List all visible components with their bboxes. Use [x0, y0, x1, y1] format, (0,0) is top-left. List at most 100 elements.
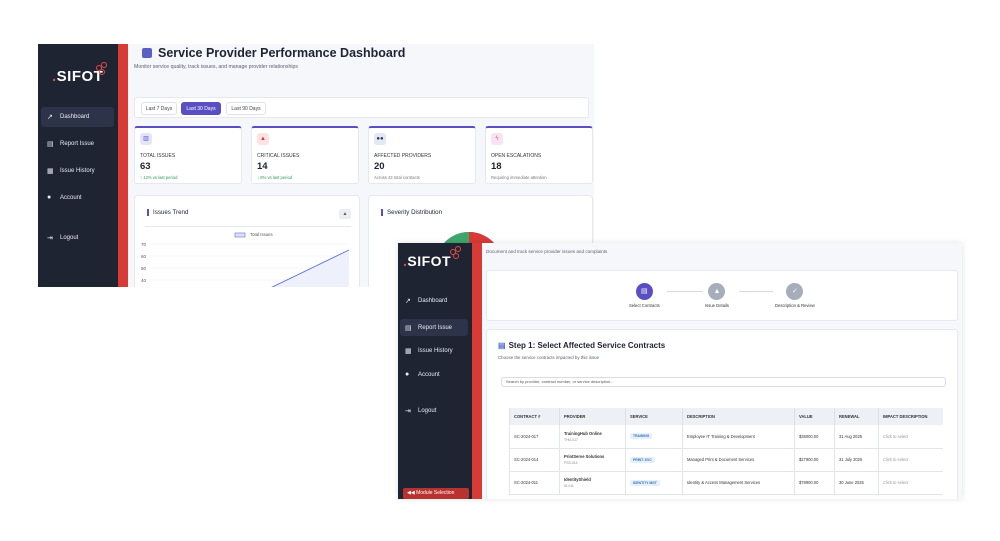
step-select-contracts[interactable]: ▤ Select Contracts — [629, 283, 660, 308]
table-row[interactable]: SC-2024-017 TrainingHub Online THO-017 TR… — [509, 425, 943, 449]
contract-search-input[interactable]: Search by provider, contract number, or … — [501, 377, 946, 387]
period-filter: Last 7 Days Last 30 Days Last 90 Days — [134, 97, 589, 118]
sidebar-item-logout[interactable]: ⇥ Logout — [41, 234, 78, 242]
report-issue-main: Document and track service provider issu… — [482, 243, 962, 499]
sidebar-accent-bar — [118, 44, 128, 287]
column-header[interactable]: RENEWAL — [834, 408, 879, 425]
user-icon: ● — [47, 194, 52, 201]
trend-area — [272, 250, 349, 287]
column-header[interactable]: VALUE — [794, 408, 835, 425]
column-header[interactable]: SERVICE — [625, 408, 683, 425]
sidebar-item-issue-history[interactable]: ▦ Issue History — [41, 167, 95, 175]
column-header[interactable]: IMPACT DESCRIPTION — [878, 408, 943, 425]
sidebar-item-report-issue[interactable]: ▤ Report Issue — [41, 140, 94, 148]
period-90-days-button[interactable]: Last 90 Days — [226, 102, 266, 115]
value-cell: $38000.00 — [794, 425, 835, 449]
issues-trend-chart: 70 60 50 40 30 — [141, 232, 350, 287]
stat-card-critical-issues: ▲ Critical Issues 14 ↓ 8% vs last period — [251, 126, 359, 184]
check-icon: ✓ — [786, 283, 804, 300]
table-row[interactable]: SC-2024-014 PrintServe Solutions PSS-014 … — [509, 448, 943, 472]
divider — [145, 226, 351, 227]
step-description-review[interactable]: ✓ Description & Review — [775, 283, 815, 308]
list-icon: ▦ — [405, 348, 412, 355]
sidebar-item-logout[interactable]: ⇥ Logout — [400, 407, 436, 415]
document-icon: ▤ — [498, 341, 506, 350]
step-connector — [667, 291, 703, 292]
issues-trend-panel: Issues Trend ▲ 70 60 50 40 30 Total Issu… — [134, 195, 360, 287]
provider-cell: IdentityShield IS-011 — [559, 471, 626, 495]
bolt-icon: ϟ — [491, 133, 503, 145]
sidebar-item-account[interactable]: ● Account — [400, 371, 440, 378]
bar-chart-icon — [142, 48, 152, 58]
column-header[interactable]: CONTRACT # — [509, 408, 560, 425]
stat-card-open-escalations: ϟ Open Escalations 18 Requiring immediat… — [485, 126, 593, 184]
impact-select[interactable]: Click to select — [878, 448, 943, 472]
document-icon: ▤ — [47, 141, 54, 148]
user-icon: ● — [405, 371, 410, 378]
page-title: Service Provider Performance Dashboard — [142, 46, 405, 60]
value-cell: $27900.00 — [794, 448, 835, 472]
impact-select[interactable]: Click to select — [878, 471, 943, 495]
step-issue-details[interactable]: ▲ Issue Details — [705, 283, 729, 308]
column-header[interactable]: DESCRIPTION — [682, 408, 795, 425]
sidebar-item-issue-history[interactable]: ▦ Issue History — [400, 347, 453, 355]
y-tick-labels: 70 60 50 40 30 — [141, 242, 147, 283]
sifot-logo: .SIFOT — [52, 62, 107, 85]
list-icon: ▦ — [47, 168, 54, 175]
contracts-table: CONTRACT # PROVIDER SERVICE DESCRIPTION … — [509, 408, 943, 495]
description-cell: Employee IT Training & Development — [682, 425, 795, 449]
service-cell: IDENTITY MGT — [625, 471, 683, 495]
page-subtitle: Monitor service quality, track issues, a… — [134, 64, 298, 70]
rewind-icon: ◀◀ — [407, 490, 417, 496]
report-issue-window: .SIFOT ↗ Dashboard ▤ Report Issue ▦ Issue H… — [398, 243, 962, 499]
sidebar-item-report-issue[interactable]: ▤ Report Issue — [400, 319, 468, 336]
legend-swatch — [234, 232, 246, 238]
module-selection-button[interactable]: ◀◀ Module Selection — [403, 488, 469, 499]
table-row[interactable]: SC-2024-011 IdentityShield IS-011 IDENTIT… — [509, 471, 943, 495]
step-connector — [739, 291, 773, 292]
stat-card-affected-providers: ●● Affected Providers 20 Across 43 total… — [368, 126, 476, 184]
sidebar: .SIFOT ↗ Dashboard ▤ Report Issue ▦ Issue H… — [398, 243, 482, 499]
table-header-row: CONTRACT # PROVIDER SERVICE DESCRIPTION … — [509, 408, 943, 425]
renewal-cell: 30 June 2025 — [834, 471, 879, 495]
service-cell: PRINT. SVC — [625, 448, 683, 472]
sidebar: .SIFOT ↗ Dashboard ▤ Report Issue ▦ Issue H… — [38, 44, 128, 287]
period-7-days-button[interactable]: Last 7 Days — [141, 102, 177, 115]
document-icon: ▤ — [635, 283, 653, 300]
legend-label: Total Issues — [250, 232, 273, 237]
description-cell: Managed Print & Document Services — [682, 448, 795, 472]
service-badge: IDENTITY MGT — [630, 479, 660, 486]
contract-number: SC-2024-017 — [509, 425, 560, 449]
y-tick-label: 60 — [141, 254, 147, 259]
description-cell: Identity & Access Management Services — [682, 471, 795, 495]
document-icon: ▤ — [405, 324, 412, 332]
issues-trend-title: Issues Trend — [147, 209, 188, 216]
service-badge: PRINT. SVC — [630, 456, 655, 463]
chart-line-icon: ↗ — [47, 114, 53, 121]
logout-icon: ⇥ — [405, 408, 411, 415]
y-tick-label: 40 — [141, 278, 147, 283]
contract-number: SC-2024-014 — [509, 448, 560, 472]
step-progress: ▤ Select Contracts ▲ Issue Details ✓ Des… — [486, 270, 958, 321]
collapse-button[interactable]: ▲ — [339, 209, 351, 219]
renewal-cell: 31 July 2025 — [834, 448, 879, 472]
fire-icon: ▲ — [257, 133, 269, 145]
y-tick-label: 70 — [141, 242, 147, 247]
sidebar-item-account[interactable]: ● Account — [41, 194, 82, 201]
renewal-cell: 31 Aug 2025 — [834, 425, 879, 449]
sidebar-item-dashboard[interactable]: ↗ Dashboard — [41, 107, 114, 127]
provider-cell: PrintServe Solutions PSS-014 — [559, 448, 626, 472]
impact-select[interactable]: Click to select — [878, 425, 943, 449]
severity-distribution-title: Severity Distribution — [381, 209, 442, 216]
sidebar-item-dashboard[interactable]: ↗ Dashboard — [400, 297, 447, 305]
column-header[interactable]: PROVIDER — [559, 408, 626, 425]
page-subtitle: Document and track service provider issu… — [486, 249, 608, 254]
users-icon: ●● — [374, 133, 386, 145]
bar-chart-icon: ▥ — [140, 133, 152, 145]
step-title: ▤ Step 1: Select Affected Service Contrac… — [498, 341, 666, 350]
sifot-logo: .SIFOT — [403, 246, 461, 269]
provider-cell: TrainingHub Online THO-017 — [559, 425, 626, 449]
logout-icon: ⇥ — [47, 235, 53, 242]
period-30-days-button[interactable]: Last 30 Days — [181, 102, 221, 115]
service-badge: TRAINING — [630, 433, 653, 440]
